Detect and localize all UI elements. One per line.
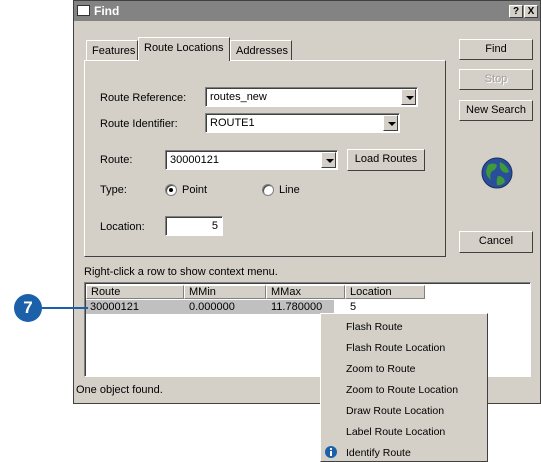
new-search-button[interactable]: New Search xyxy=(459,100,533,121)
route-label: Route: xyxy=(100,154,133,166)
route-identifier-value: ROUTE1 xyxy=(210,117,255,129)
route-identifier-label: Route Identifier: xyxy=(100,118,178,130)
column-header-location[interactable]: Location xyxy=(345,285,425,299)
title-bar[interactable] xyxy=(74,1,540,21)
route-combo[interactable]: 30000121 xyxy=(165,150,338,170)
info-icon xyxy=(325,446,337,458)
menu-item-zoom-to-route[interactable]: Zoom to Route xyxy=(346,363,415,375)
menu-item-draw-route-location[interactable]: Draw Route Location xyxy=(346,405,444,417)
menu-item-flash-route-location[interactable]: Flash Route Location xyxy=(346,342,445,354)
menu-item-zoom-to-route-location[interactable]: Zoom to Route Location xyxy=(346,384,458,396)
menu-item-identify-route[interactable]: Identify Route xyxy=(346,447,411,459)
menu-item-label-route-location[interactable]: Label Route Location xyxy=(346,426,445,438)
tab-addresses[interactable]: Addresses xyxy=(230,40,292,60)
tab-features[interactable]: Features xyxy=(86,40,138,60)
column-header-mmin[interactable]: MMin xyxy=(184,285,266,299)
location-label: Location: xyxy=(100,221,145,233)
help-button[interactable]: ? xyxy=(509,5,523,18)
step-callout-badge: 7 xyxy=(14,294,42,322)
globe-icon xyxy=(481,157,513,189)
location-input[interactable]: 5 xyxy=(165,216,223,236)
column-header-mmax[interactable]: MMax xyxy=(266,285,345,299)
radio-dot xyxy=(169,188,173,192)
column-header-route[interactable]: Route xyxy=(86,285,184,299)
location-value: 5 xyxy=(211,220,218,232)
point-radio-label[interactable]: Point xyxy=(182,184,207,196)
cell-mmin: 0.000000 xyxy=(189,301,235,313)
line-radio-label[interactable]: Line xyxy=(279,184,300,196)
callout-leader-line xyxy=(42,307,88,309)
chevron-down-icon[interactable] xyxy=(383,115,398,131)
status-text: One object found. xyxy=(76,384,163,396)
chevron-down-icon[interactable] xyxy=(321,152,336,168)
route-reference-value: routes_new xyxy=(210,91,267,103)
point-radio[interactable] xyxy=(165,184,177,196)
cell-location: 5 xyxy=(350,301,357,313)
find-button[interactable]: Find xyxy=(459,39,533,60)
stop-button[interactable]: Stop xyxy=(459,69,533,90)
context-menu-hint: Right-click a row to show context menu. xyxy=(84,266,278,278)
type-label: Type: xyxy=(100,184,127,196)
cell-route: 30000121 xyxy=(90,301,139,313)
line-radio[interactable] xyxy=(262,184,274,196)
cell-mmax: 11.780000 xyxy=(271,301,323,313)
window-icon xyxy=(77,5,90,16)
window-title: Find xyxy=(94,4,120,18)
route-value: 30000121 xyxy=(170,154,219,166)
route-reference-combo[interactable]: routes_new xyxy=(205,87,418,107)
route-identifier-combo[interactable]: ROUTE1 xyxy=(205,113,400,133)
tab-route-locations[interactable]: Route Locations xyxy=(138,37,230,61)
route-reference-label: Route Reference: xyxy=(100,92,187,104)
cancel-button[interactable]: Cancel xyxy=(459,231,533,253)
chevron-down-icon[interactable] xyxy=(401,89,416,105)
close-button[interactable]: X xyxy=(524,5,538,18)
menu-item-flash-route[interactable]: Flash Route xyxy=(346,321,403,333)
load-routes-button[interactable]: Load Routes xyxy=(347,149,425,171)
